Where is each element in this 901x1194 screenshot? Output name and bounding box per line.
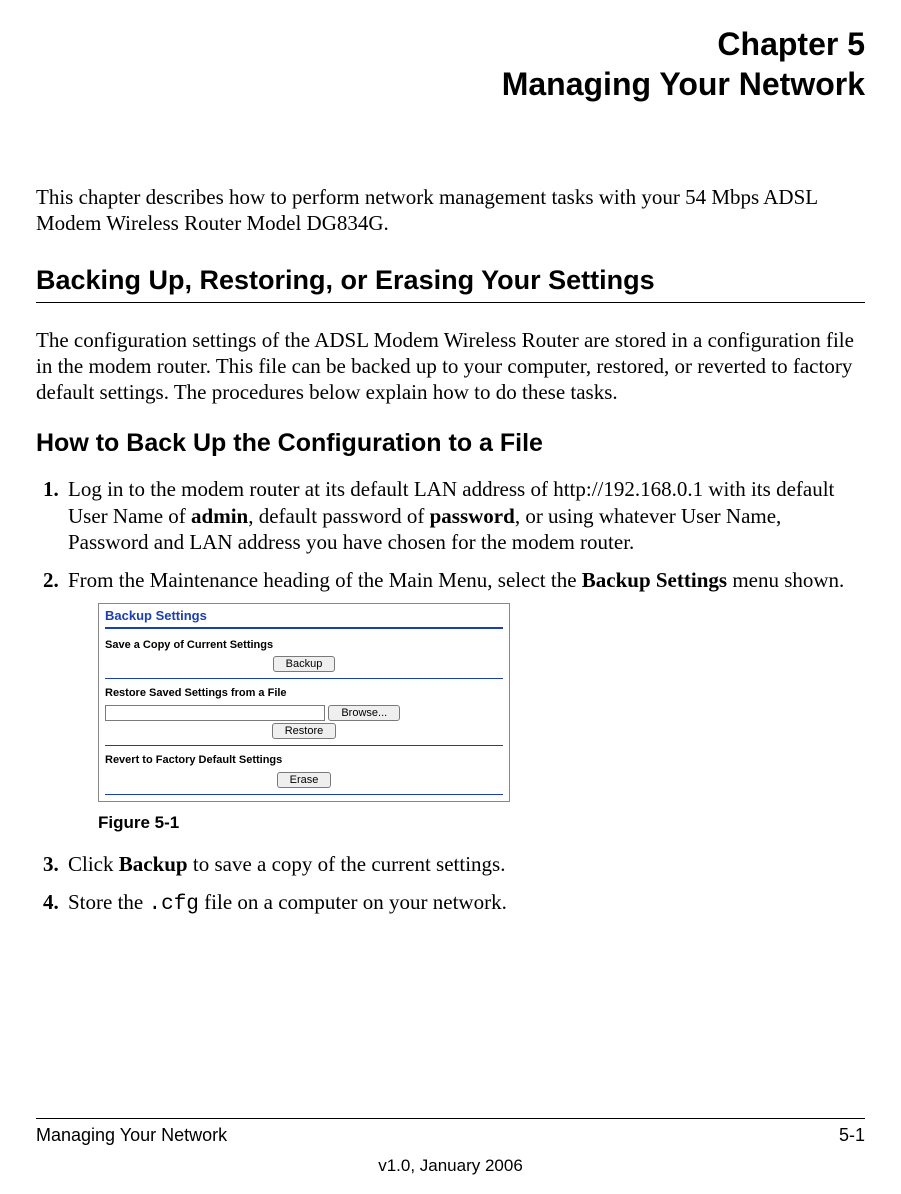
restore-label: Restore Saved Settings from a File	[105, 687, 503, 701]
restore-button[interactable]: Restore	[272, 723, 337, 739]
step-2-text-b: menu shown.	[727, 568, 844, 592]
step-2-backup-settings: Backup Settings	[582, 568, 727, 592]
panel-divider-2	[105, 745, 503, 746]
section-heading-backup: Backing Up, Restoring, or Erasing Your S…	[36, 265, 865, 296]
step-1-admin: admin	[191, 504, 248, 528]
panel-rule	[105, 627, 503, 629]
section-body: The configuration settings of the ADSL M…	[36, 327, 865, 406]
figure-caption: Figure 5-1	[98, 812, 865, 833]
step-3: Click Backup to save a copy of the curre…	[64, 851, 865, 877]
section-rule	[36, 302, 865, 303]
intro-paragraph: This chapter describes how to perform ne…	[36, 184, 865, 237]
step-4-text-a: Store the	[68, 890, 148, 914]
erase-button[interactable]: Erase	[277, 772, 332, 788]
steps-list: Log in to the modem router at its defaul…	[36, 476, 865, 918]
step-1-password: password	[430, 504, 515, 528]
step-4: Store the .cfg file on a computer on you…	[64, 889, 865, 918]
step-1: Log in to the modem router at its defaul…	[64, 476, 865, 555]
panel-divider-1	[105, 678, 503, 679]
figure-5-1: Backup Settings Save a Copy of Current S…	[98, 603, 865, 833]
step-3-text-b: to save a copy of the current settings.	[188, 852, 506, 876]
subsection-heading-howto: How to Back Up the Configuration to a Fi…	[36, 429, 865, 458]
panel-divider-3	[105, 794, 503, 795]
step-3-text-a: Click	[68, 852, 119, 876]
footer-right: 5-1	[839, 1125, 865, 1146]
backup-settings-panel: Backup Settings Save a Copy of Current S…	[98, 603, 510, 802]
backup-button[interactable]: Backup	[273, 656, 336, 672]
restore-file-input[interactable]	[105, 705, 325, 721]
save-copy-label: Save a Copy of Current Settings	[105, 639, 503, 653]
browse-button[interactable]: Browse...	[328, 705, 400, 721]
step-4-cfg: .cfg	[148, 893, 198, 916]
footer-version: v1.0, January 2006	[36, 1156, 865, 1176]
step-4-text-b: file on a computer on your network.	[199, 890, 507, 914]
chapter-number: Chapter 5	[36, 24, 865, 64]
page-footer: Managing Your Network 5-1 v1.0, January …	[36, 1118, 865, 1176]
step-3-backup: Backup	[119, 852, 188, 876]
panel-title: Backup Settings	[105, 608, 503, 624]
step-2: From the Maintenance heading of the Main…	[64, 567, 865, 833]
revert-label: Revert to Factory Default Settings	[105, 754, 503, 768]
step-1-text-b: , default password of	[248, 504, 429, 528]
step-2-text-a: From the Maintenance heading of the Main…	[68, 568, 582, 592]
chapter-title: Managing Your Network	[36, 64, 865, 104]
footer-left: Managing Your Network	[36, 1125, 227, 1146]
chapter-heading: Chapter 5 Managing Your Network	[36, 24, 865, 104]
footer-rule	[36, 1118, 865, 1119]
